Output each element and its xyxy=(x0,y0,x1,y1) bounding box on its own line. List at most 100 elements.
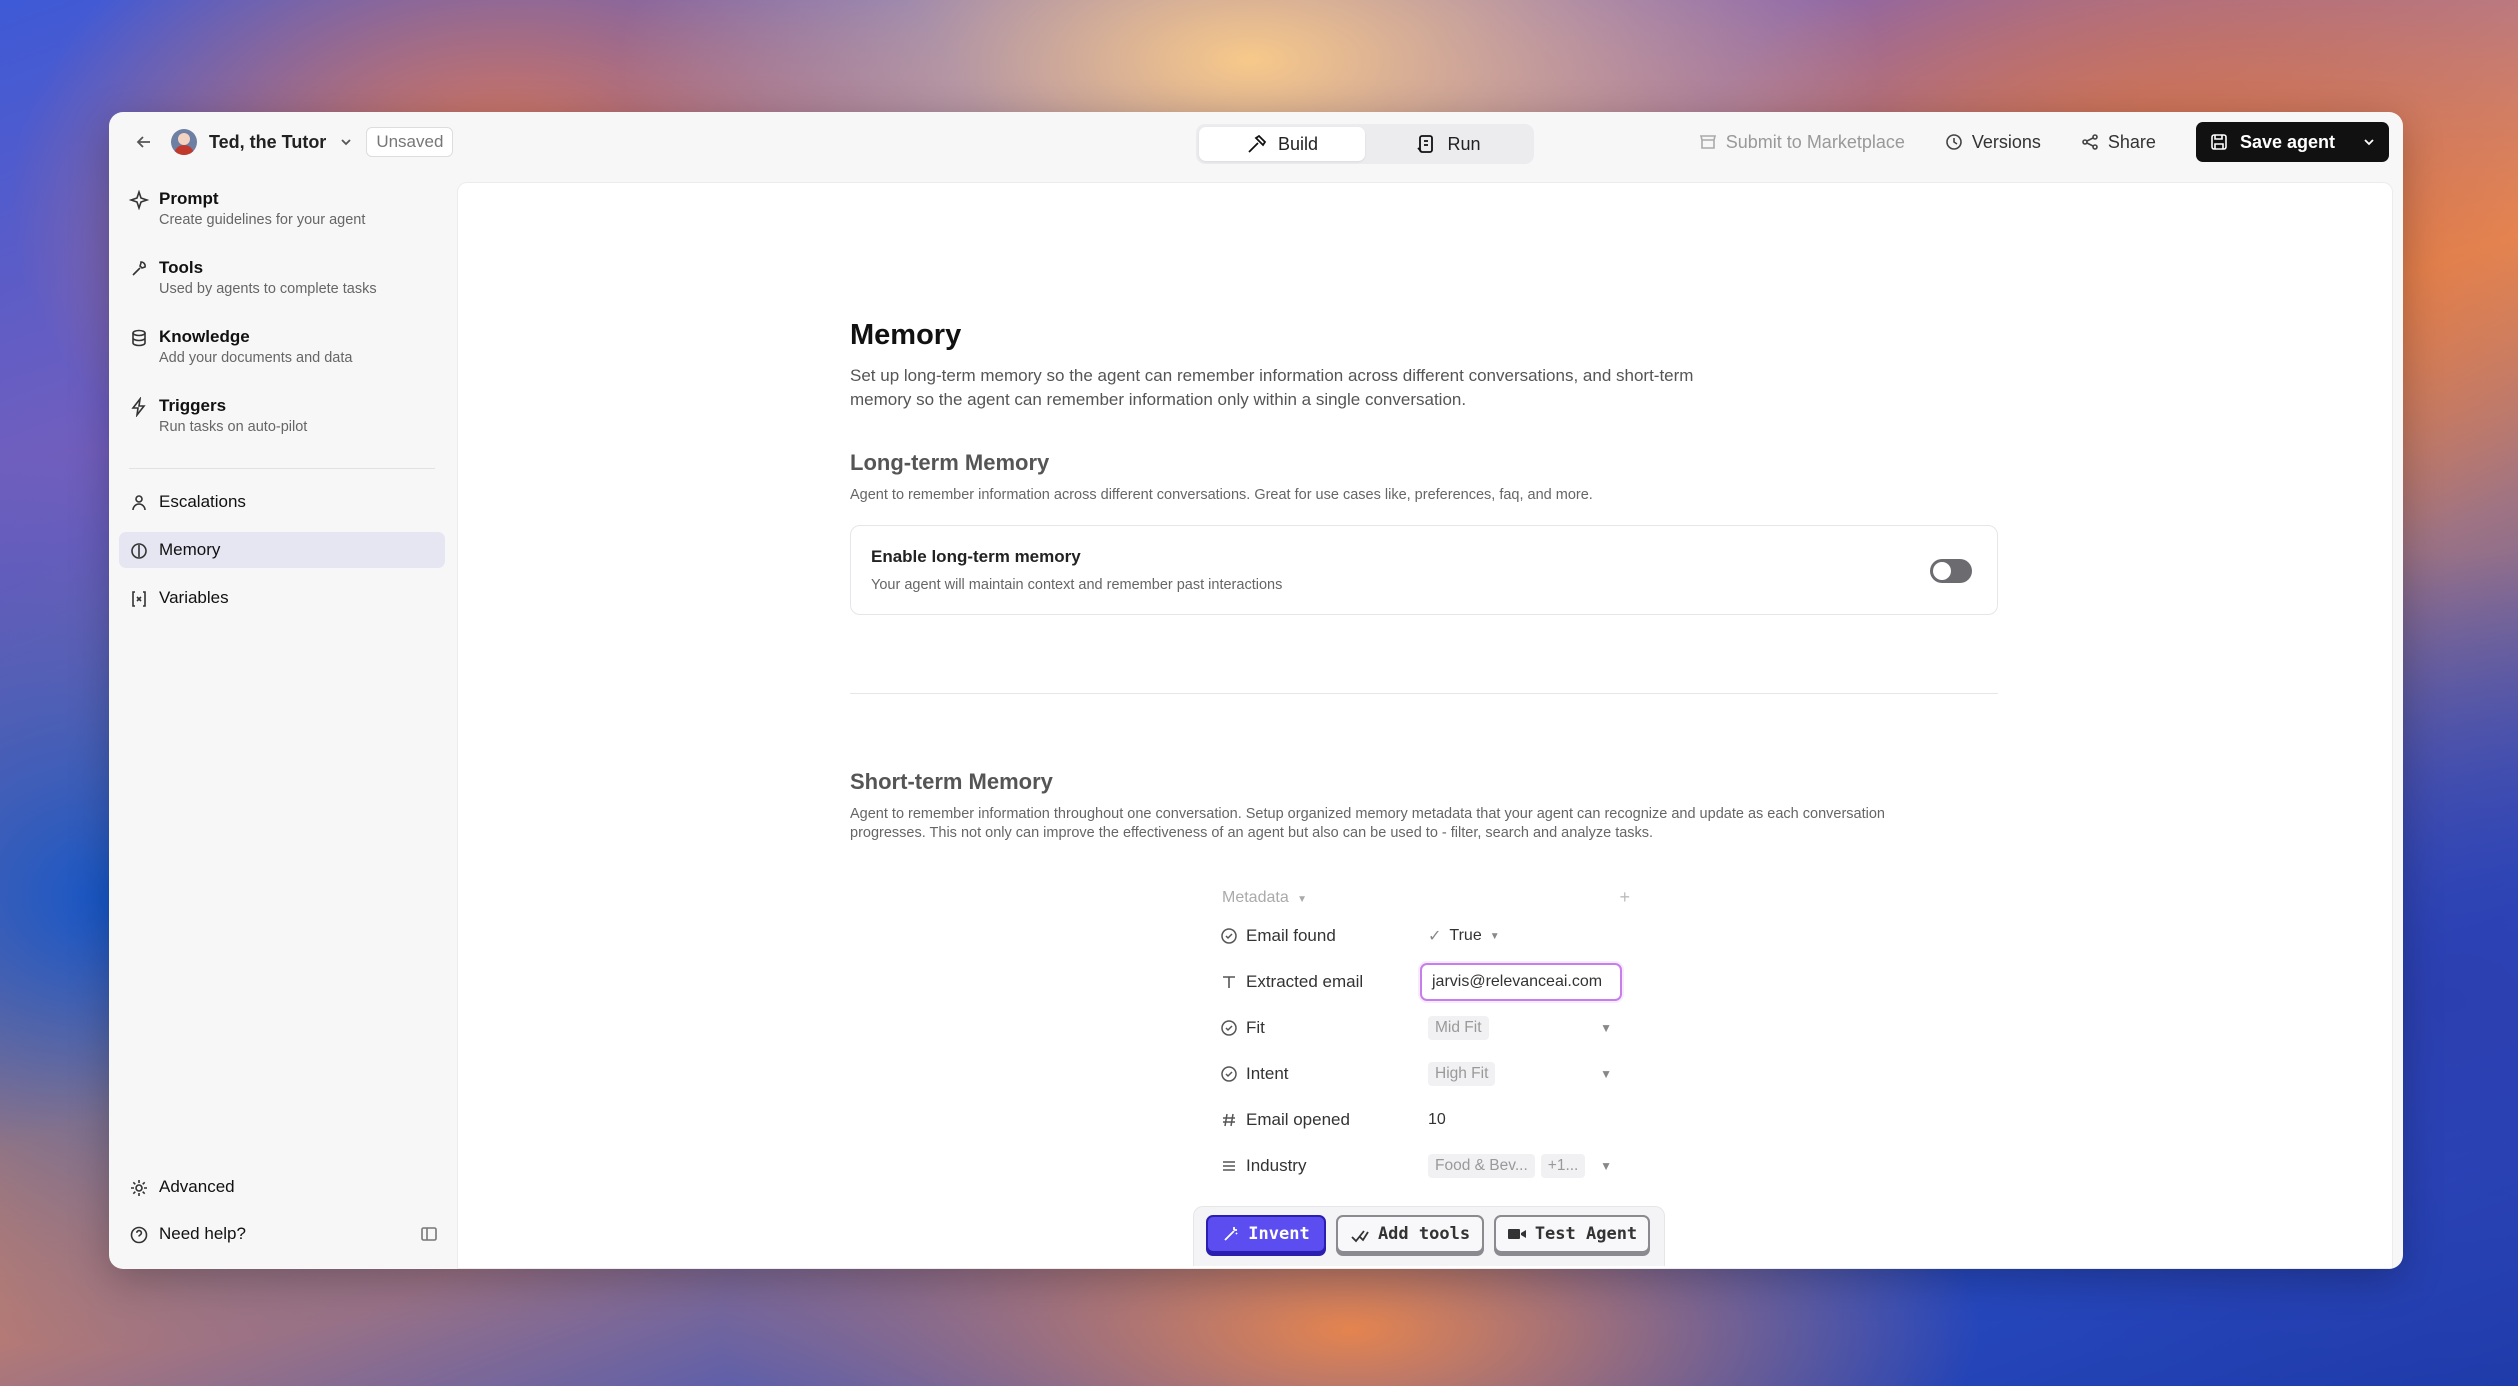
sidebar-item-subtitle: Used by agents to complete tasks xyxy=(159,281,377,297)
save-agent-label: Save agent xyxy=(2239,131,2335,152)
check-circle-icon xyxy=(1220,1019,1238,1037)
share-icon xyxy=(2081,133,2099,151)
history-icon xyxy=(1945,133,1963,151)
save-options-chevron-icon[interactable] xyxy=(2349,122,2389,162)
sidebar-item-tools[interactable]: Tools Used by agents to complete tasks xyxy=(119,253,445,303)
sidebar-item-knowledge[interactable]: Knowledge Add your documents and data xyxy=(119,322,445,372)
page-title: Memory xyxy=(850,319,962,351)
magic-wand-icon xyxy=(1222,1225,1240,1243)
caret-down-icon[interactable]: ▼ xyxy=(1600,1067,1612,1081)
submit-marketplace-button[interactable]: Submit to Marketplace xyxy=(1699,132,1905,153)
unsaved-badge: Unsaved xyxy=(366,127,454,157)
save-agent-button[interactable]: Save agent xyxy=(2195,122,2389,162)
sidebar-item-variables[interactable]: Variables xyxy=(119,580,445,616)
invent-label: Invent xyxy=(1248,1224,1310,1244)
tab-run-label: Run xyxy=(1447,133,1481,154)
sidebar: Prompt Create guidelines for your agent … xyxy=(109,172,449,1269)
metadata-header-label: Metadata xyxy=(1222,889,1289,906)
test-agent-button[interactable]: Test Agent xyxy=(1494,1215,1650,1253)
wrench-icon xyxy=(129,259,149,279)
sidebar-item-advanced[interactable]: Advanced xyxy=(119,1169,445,1205)
extracted-email-input[interactable]: jarvis@relevanceai.com xyxy=(1420,963,1622,1001)
toggle-title: Enable long-term memory xyxy=(871,547,1081,566)
long-term-memory-toggle[interactable] xyxy=(1930,559,1972,583)
sidebar-item-escalations[interactable]: Escalations xyxy=(119,484,445,520)
text-icon xyxy=(1220,973,1238,991)
metadata-value-select[interactable]: ✓ True ▼ xyxy=(1428,926,1500,946)
metadata-row[interactable]: Industry Food & Bev... +1... ▼ xyxy=(1220,1146,1630,1186)
metadata-row[interactable]: Extracted email jarvis@relevanceai.com xyxy=(1220,962,1630,1002)
metadata-label: Fit xyxy=(1246,1018,1265,1037)
checkmark-icon: ✓ xyxy=(1428,928,1442,945)
metadata-row[interactable]: Email opened 10 xyxy=(1220,1100,1630,1140)
share-label: Share xyxy=(2107,131,2156,152)
add-tools-button[interactable]: Add tools xyxy=(1336,1215,1484,1253)
metadata-table: Metadata ▼ + Email found ✓ True ▼ Extrac… xyxy=(1192,881,1654,1201)
sidebar-item-label: Advanced xyxy=(159,1177,235,1196)
variable-icon xyxy=(129,589,149,609)
agent-avatar xyxy=(171,129,197,155)
sidebar-item-subtitle: Add your documents and data xyxy=(159,350,353,366)
sidebar-item-subtitle: Run tasks on auto-pilot xyxy=(159,419,308,435)
metadata-value-chip[interactable]: Mid Fit xyxy=(1428,1016,1489,1040)
sidebar-item-prompt[interactable]: Prompt Create guidelines for your agent xyxy=(119,184,445,234)
metadata-row[interactable]: Email found ✓ True ▼ xyxy=(1220,916,1630,956)
metadata-label: Intent xyxy=(1246,1064,1289,1083)
sidebar-item-memory[interactable]: Memory xyxy=(119,532,445,568)
submit-marketplace-label: Submit to Marketplace xyxy=(1725,131,1905,152)
memory-icon xyxy=(129,541,149,561)
tab-build-label: Build xyxy=(1277,133,1319,154)
check-circle-icon xyxy=(1220,1065,1238,1083)
mode-tabs: Build Run xyxy=(1196,124,1534,164)
caret-down-icon: ▼ xyxy=(1489,930,1500,942)
agent-name[interactable]: Ted, the Tutor xyxy=(209,132,326,153)
metadata-value: True xyxy=(1449,927,1482,944)
chevron-down-icon[interactable] xyxy=(338,134,354,150)
caret-down-icon[interactable]: ▼ xyxy=(1600,1159,1612,1173)
metadata-row[interactable]: Intent High Fit ▼ xyxy=(1220,1054,1630,1094)
store-icon xyxy=(1699,133,1717,151)
metadata-label: Industry xyxy=(1246,1156,1307,1175)
agent-header: Ted, the Tutor Unsaved xyxy=(129,112,454,172)
page-description: Set up long-term memory so the agent can… xyxy=(850,366,1694,409)
metadata-row[interactable]: Fit Mid Fit ▼ xyxy=(1220,1008,1630,1048)
add-metadata-icon[interactable]: + xyxy=(1619,887,1630,908)
collapse-sidebar-icon[interactable] xyxy=(419,1224,439,1244)
caret-down-icon[interactable]: ▼ xyxy=(1600,1021,1612,1035)
header-actions: Submit to Marketplace Versions Share Sav… xyxy=(1699,122,2389,162)
metadata-more-chip[interactable]: +1... xyxy=(1540,1154,1586,1178)
sidebar-item-triggers[interactable]: Triggers Run tasks on auto-pilot xyxy=(119,391,445,441)
sidebar-item-title: Knowledge xyxy=(159,327,250,346)
toggle-subtitle: Your agent will maintain context and rem… xyxy=(871,577,1283,593)
save-icon xyxy=(2210,133,2228,151)
metadata-label: Email opened xyxy=(1246,1110,1350,1129)
sparkle-icon xyxy=(128,189,150,211)
metadata-value-chip[interactable]: Food & Bev... xyxy=(1428,1154,1535,1178)
tools-icon xyxy=(1350,1225,1370,1243)
long-term-memory-card: Enable long-term memory Your agent will … xyxy=(850,525,1998,615)
metadata-value-chip[interactable]: High Fit xyxy=(1428,1062,1496,1086)
short-term-title: Short-term Memory xyxy=(850,769,1053,794)
tab-run[interactable]: Run xyxy=(1365,127,1531,161)
invent-button[interactable]: Invent xyxy=(1206,1215,1326,1253)
sidebar-item-subtitle: Create guidelines for your agent xyxy=(159,212,366,228)
tab-build[interactable]: Build xyxy=(1199,127,1365,161)
gear-icon xyxy=(129,1178,149,1198)
share-button[interactable]: Share xyxy=(2081,132,2156,153)
versions-button[interactable]: Versions xyxy=(1945,132,2041,153)
short-term-description: Agent to remember information throughout… xyxy=(850,806,1885,841)
question-circle-icon xyxy=(129,1225,149,1245)
metadata-header[interactable]: Metadata ▼ xyxy=(1222,889,1307,907)
hammer-icon xyxy=(1246,133,1268,155)
sidebar-item-title: Tools xyxy=(159,258,204,277)
back-arrow-icon[interactable] xyxy=(129,127,159,157)
metadata-value[interactable]: 10 xyxy=(1428,1111,1446,1129)
sidebar-item-label: Need help? xyxy=(159,1224,246,1243)
caret-down-icon: ▼ xyxy=(1297,894,1308,905)
database-icon xyxy=(129,328,149,348)
sidebar-item-title: Prompt xyxy=(159,189,219,208)
add-tools-label: Add tools xyxy=(1377,1224,1471,1244)
main-panel: Memory Set up long-term memory so the ag… xyxy=(457,182,2393,1269)
app-window: Ted, the Tutor Unsaved Build Run Submit … xyxy=(109,112,2403,1269)
sidebar-item-help[interactable]: Need help? xyxy=(119,1216,445,1252)
